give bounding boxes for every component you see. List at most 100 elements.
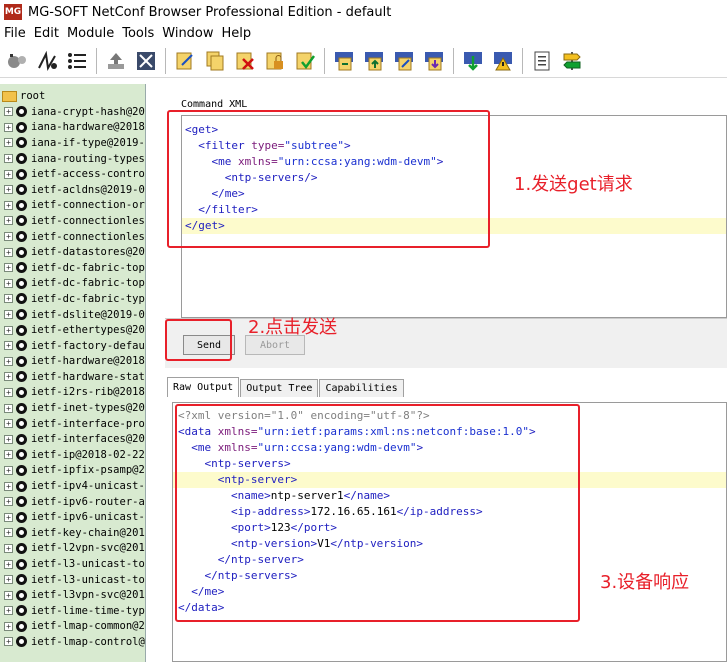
tree-module-item[interactable]: + ietf-lime-time-typ — [0, 603, 145, 619]
connect-icon[interactable] — [5, 49, 29, 73]
tree-module-item[interactable]: + ietf-ethertypes@20 — [0, 322, 145, 338]
tree-module-item[interactable]: + ietf-connection-or — [0, 198, 145, 214]
expand-icon[interactable]: + — [4, 325, 13, 335]
expand-icon[interactable]: + — [4, 434, 13, 444]
tab-capabilities[interactable]: Capabilities — [319, 379, 404, 397]
expand-icon[interactable]: + — [4, 154, 13, 164]
tree-root[interactable]: root — [0, 88, 145, 104]
doc-down-icon[interactable] — [422, 49, 446, 73]
expand-icon[interactable]: + — [4, 559, 13, 569]
list-icon[interactable] — [65, 49, 89, 73]
tree-module-label: ietf-ip@2018-02-22 — [31, 448, 145, 461]
notes-icon[interactable] — [530, 49, 554, 73]
tree-module-item[interactable]: + ietf-l2vpn-svc@201 — [0, 541, 145, 557]
disconnect-icon[interactable] — [134, 49, 158, 73]
expand-icon[interactable]: + — [4, 465, 13, 475]
expand-icon[interactable]: + — [4, 107, 13, 117]
expand-icon[interactable]: + — [4, 310, 13, 320]
tree-module-item[interactable]: + ietf-ipv6-unicast- — [0, 509, 145, 525]
expand-icon[interactable]: + — [4, 637, 13, 647]
menu-help[interactable]: Help — [218, 26, 256, 41]
tree-module-item[interactable]: + ietf-access-contro — [0, 166, 145, 182]
tree-module-item[interactable]: + ietf-ipfix-psamp@2 — [0, 463, 145, 479]
expand-icon[interactable]: + — [4, 403, 13, 413]
expand-icon[interactable]: + — [4, 356, 13, 366]
tree-module-item[interactable]: + ietf-dc-fabric-top — [0, 276, 145, 292]
tree-module-item[interactable]: + iana-hardware@2018 — [0, 120, 145, 136]
expand-icon[interactable]: + — [4, 543, 13, 553]
expand-icon[interactable]: + — [4, 169, 13, 179]
warning-icon[interactable] — [491, 49, 515, 73]
expand-icon[interactable]: + — [4, 294, 13, 304]
tree-module-item[interactable]: + ietf-interfaces@20 — [0, 431, 145, 447]
expand-icon[interactable]: + — [4, 497, 13, 507]
tree-module-item[interactable]: + ietf-connectionles — [0, 229, 145, 245]
tree-module-item[interactable]: + iana-routing-types — [0, 151, 145, 167]
expand-icon[interactable]: + — [4, 263, 13, 273]
tree-module-item[interactable]: + ietf-hardware-stat — [0, 369, 145, 385]
check-icon[interactable] — [293, 49, 317, 73]
menu-file[interactable]: File — [0, 26, 30, 41]
expand-icon[interactable]: + — [4, 450, 13, 460]
tree-module-item[interactable]: + ietf-lmap-common@2 — [0, 619, 145, 635]
expand-icon[interactable]: + — [4, 481, 13, 491]
expand-icon[interactable]: + — [4, 138, 13, 148]
tree-module-item[interactable]: + ietf-l3-unicast-to — [0, 556, 145, 572]
tree-module-item[interactable]: + ietf-interface-pro — [0, 416, 145, 432]
module-tree[interactable]: root + iana-crypt-hash@20 + iana-hardware@2… — [0, 84, 146, 662]
tree-module-item[interactable]: + ietf-datastores@20 — [0, 244, 145, 260]
expand-icon[interactable]: + — [4, 278, 13, 288]
tree-module-item[interactable]: + ietf-key-chain@201 — [0, 525, 145, 541]
edit-icon[interactable] — [173, 49, 197, 73]
expand-icon[interactable]: + — [4, 419, 13, 429]
tree-module-item[interactable]: + ietf-factory-defau — [0, 338, 145, 354]
tab-raw-output[interactable]: Raw Output — [167, 377, 240, 397]
network-icon[interactable] — [35, 49, 59, 73]
tree-module-item[interactable]: + ietf-inet-types@20 — [0, 400, 145, 416]
lock-icon[interactable] — [263, 49, 287, 73]
upload-icon[interactable] — [104, 49, 128, 73]
expand-icon[interactable]: + — [4, 185, 13, 195]
expand-icon[interactable]: + — [4, 512, 13, 522]
copy-icon[interactable] — [203, 49, 227, 73]
expand-icon[interactable]: + — [4, 247, 13, 257]
tree-module-item[interactable]: + ietf-l3vpn-svc@201 — [0, 587, 145, 603]
expand-icon[interactable]: + — [4, 341, 13, 351]
tree-module-item[interactable]: + iana-if-type@2019- — [0, 135, 145, 151]
menu-module[interactable]: Module — [63, 26, 118, 41]
tree-module-item[interactable]: + ietf-dc-fabric-typ — [0, 291, 145, 307]
delete-icon[interactable] — [233, 49, 257, 73]
expand-icon[interactable]: + — [4, 200, 13, 210]
menu-window[interactable]: Window — [158, 26, 217, 41]
expand-icon[interactable]: + — [4, 606, 13, 616]
expand-icon[interactable]: + — [4, 232, 13, 242]
tree-module-item[interactable]: + iana-crypt-hash@20 — [0, 104, 145, 120]
tree-module-item[interactable]: + ietf-hardware@2018 — [0, 354, 145, 370]
menu-tools[interactable]: Tools — [118, 26, 158, 41]
tab-output-tree[interactable]: Output Tree — [240, 379, 319, 397]
expand-icon[interactable]: + — [4, 122, 13, 132]
expand-icon[interactable]: + — [4, 372, 13, 382]
expand-icon[interactable]: + — [4, 621, 13, 631]
tree-module-item[interactable]: + ietf-l3-unicast-to — [0, 572, 145, 588]
expand-icon[interactable]: + — [4, 575, 13, 585]
signpost-icon[interactable] — [560, 49, 584, 73]
tree-module-item[interactable]: + ietf-ipv4-unicast- — [0, 478, 145, 494]
tree-module-item[interactable]: + ietf-dc-fabric-top — [0, 260, 145, 276]
tree-module-item[interactable]: + ietf-connectionles — [0, 213, 145, 229]
doc-up-icon[interactable] — [362, 49, 386, 73]
tree-module-item[interactable]: + ietf-lmap-control@ — [0, 634, 145, 650]
expand-icon[interactable]: + — [4, 387, 13, 397]
tree-module-item[interactable]: + ietf-dslite@2019-0 — [0, 307, 145, 323]
expand-icon[interactable]: + — [4, 528, 13, 538]
expand-icon[interactable]: + — [4, 590, 13, 600]
tree-module-item[interactable]: + ietf-ip@2018-02-22 — [0, 447, 145, 463]
expand-icon[interactable]: + — [4, 216, 13, 226]
tree-module-item[interactable]: + ietf-i2rs-rib@2018 — [0, 385, 145, 401]
tree-module-item[interactable]: + ietf-ipv6-router-a — [0, 494, 145, 510]
tree-module-item[interactable]: + ietf-acldns@2019-0 — [0, 182, 145, 198]
doc-edit-icon[interactable] — [392, 49, 416, 73]
doc-arrow-icon[interactable] — [332, 49, 356, 73]
menu-edit[interactable]: Edit — [30, 26, 63, 41]
download-icon[interactable] — [461, 49, 485, 73]
